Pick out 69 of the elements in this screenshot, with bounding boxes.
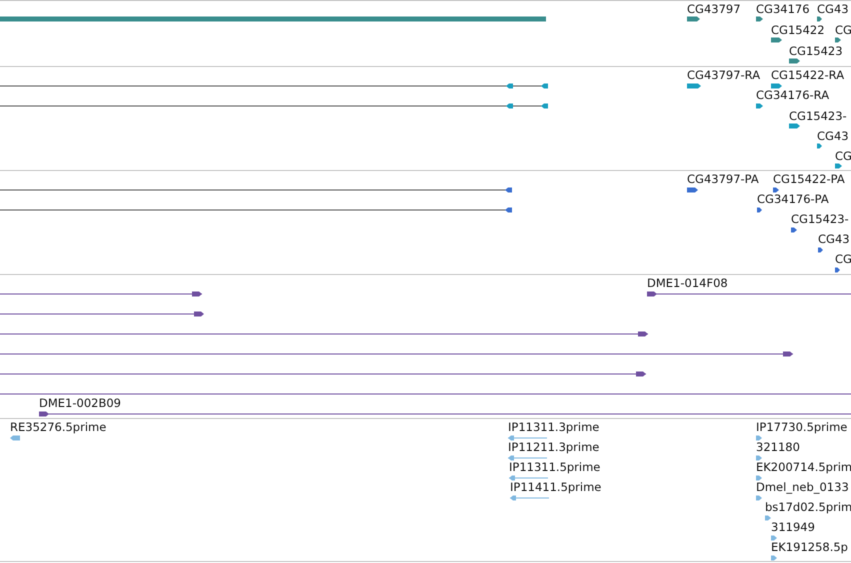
feature-label: CG43 [817,130,849,143]
feature-arrow-icon[interactable] [10,436,20,440]
alignment-line[interactable] [0,312,204,316]
alignment-line[interactable] [0,352,793,356]
feature-arrow-icon[interactable] [773,188,779,192]
feature-arrow-icon[interactable] [789,58,800,64]
alignment-line[interactable] [0,208,512,212]
feature-arrow-icon[interactable] [687,84,701,88]
feature-arrow-icon[interactable] [835,38,841,42]
feature-label: CG15423- [789,110,847,123]
feature-label: RE35276.5prime [10,421,106,434]
feature-arrow-icon[interactable] [756,496,762,500]
feature-arrow-icon[interactable] [791,228,797,232]
feature-label: IP11411.5prime [510,481,602,494]
feature-arrow-icon[interactable] [687,16,700,22]
alignment-line[interactable] [0,372,646,376]
alignment-line[interactable] [0,188,512,192]
feature-arrow-icon[interactable] [817,16,822,22]
feature-arrow-icon[interactable] [771,84,782,88]
feature-arrow-icon[interactable] [771,556,777,560]
feature-label: CG43797-RA [687,69,760,82]
feature-label: CG15423- [791,213,849,226]
feature-label: CG15422-PA [773,173,845,186]
feature-label: IP11311.5prime [509,461,600,474]
feature-arrow-icon[interactable] [687,188,698,192]
feature-arrow-icon[interactable] [756,16,763,22]
alignment-line[interactable] [647,292,851,296]
feature-label: EK191258.5p [771,541,848,554]
feature-label: IP17730.5prime [756,421,848,434]
alignment-line[interactable] [0,84,548,88]
feature-label: CG34176-RA [756,89,830,102]
feature-label: IP11211.3prime [508,441,600,454]
alignment-line[interactable] [0,292,202,296]
feature-label: CG [835,24,851,37]
alignment-line[interactable] [39,412,851,416]
feature-arrow-icon[interactable] [765,516,771,520]
feature-label: DME1-002B09 [39,397,121,410]
feature-arrow-icon[interactable] [789,124,800,128]
alignment-line[interactable] [0,104,548,108]
feature-arrow-icon[interactable] [817,144,822,148]
feature-arrow-icon[interactable] [756,104,763,108]
feature-arrow-icon[interactable] [756,436,762,440]
feature-arrow-icon[interactable] [771,536,777,540]
feature-arrow-icon[interactable] [771,38,782,42]
feature-arrow-icon[interactable] [835,268,840,272]
feature-label: CG34176 [756,3,810,16]
feature-label: IP11311.3prime [508,421,600,434]
feature-label: CG [835,253,851,266]
feature-label: CG43797-PA [687,173,759,186]
feature-label: bs17d02.5prim [765,501,851,514]
feature-label: CG15422 [771,24,825,37]
alignment-line[interactable] [0,332,648,336]
feature-label: 311949 [771,521,815,534]
feature-arrow-icon[interactable] [756,476,762,480]
feature-label: Dmel_neb_0133 [756,481,849,494]
feature-label: CG43 [818,233,850,246]
feature-arrow-icon[interactable] [818,248,823,252]
feature-label: CG [835,150,851,163]
feature-label: CG43797 [687,3,741,16]
feature-label: DME1-014F08 [647,277,728,290]
feature-arrow-icon[interactable] [756,456,762,460]
feature-arrow-icon[interactable] [757,208,762,212]
feature-label: CG34176-PA [757,193,829,206]
feature-arrow-icon[interactable] [835,164,842,168]
feature-label: CG15422-RA [771,69,844,82]
feature-label: EK200714.5prim [756,461,851,474]
feature-label: CG43 [817,3,849,16]
feature-label: CG15423 [789,45,843,58]
feature-label: 321180 [756,441,800,454]
